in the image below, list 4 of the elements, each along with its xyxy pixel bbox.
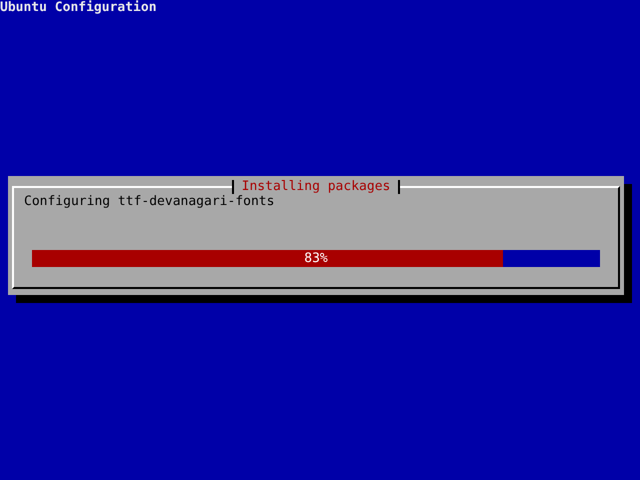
status-message: Configuring ttf-devanagari-fonts [24,194,276,210]
screen-title: Ubuntu Configuration [0,0,157,16]
progress-percentage: 83% [304,250,328,267]
dialog-title: Installing packages [232,180,400,194]
